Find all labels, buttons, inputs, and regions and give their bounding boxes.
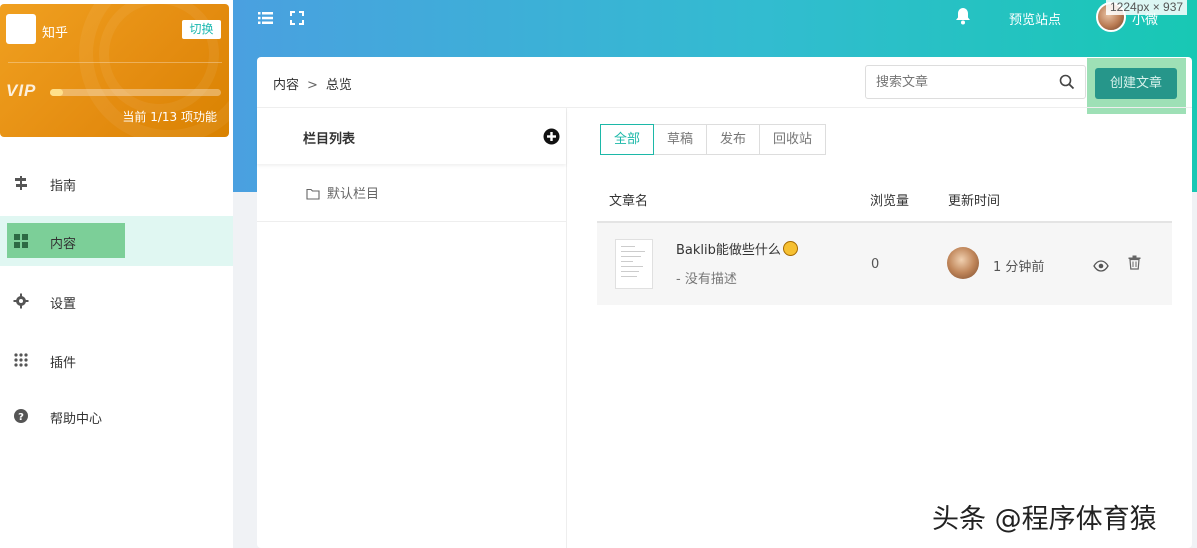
sidebar-item-label: 设置 xyxy=(50,297,77,312)
preview-site-link[interactable]: 预览站点 xyxy=(1009,9,1061,28)
article-filter-tabs: 全部 草稿 发布 回收站 xyxy=(600,124,827,155)
column-header-views: 浏览量 xyxy=(870,194,910,209)
article-updated-time: 1 分钟前 xyxy=(993,260,1045,275)
column-header-updated: 更新时间 xyxy=(948,194,1001,209)
thinking-emoji-icon xyxy=(782,241,798,256)
sidebar-item-settings[interactable]: 设置 xyxy=(0,276,233,326)
sidebar: 知乎 切换 VIP 当前 1/13 项功能 指南 内容 设置 插件 ? 帮助中心 xyxy=(0,0,233,548)
svg-text:?: ? xyxy=(18,412,24,423)
menu-toggle-icon[interactable] xyxy=(258,11,273,28)
sidebar-item-plugins[interactable]: 插件 xyxy=(0,335,233,385)
tab-recycle-bin[interactable]: 回收站 xyxy=(759,124,827,155)
dimension-label: 1224px × 937 xyxy=(1106,0,1188,15)
sidebar-item-label: 帮助中心 xyxy=(50,412,103,427)
article-title-text: Baklib能做些什么 xyxy=(676,243,781,258)
column-panel: 栏目列表 默认栏目 xyxy=(257,108,567,548)
sidebar-item-content[interactable]: 内容 xyxy=(0,216,233,266)
guide-icon xyxy=(13,175,29,191)
sidebar-item-help[interactable]: ? 帮助中心 xyxy=(0,391,233,441)
trash-icon[interactable] xyxy=(1128,255,1141,270)
gear-icon xyxy=(13,293,29,309)
tab-drafts[interactable]: 草稿 xyxy=(653,124,708,155)
column-header-name: 文章名 xyxy=(609,194,649,209)
watermark: 头条 @程序体育猿 xyxy=(932,504,1157,535)
switch-site-button[interactable]: 切换 xyxy=(182,20,221,39)
eye-icon[interactable] xyxy=(1093,257,1109,272)
add-column-icon[interactable] xyxy=(543,128,560,145)
column-item-default[interactable]: 默认栏目 xyxy=(257,164,566,222)
create-article-button[interactable]: 创建文章 xyxy=(1095,68,1177,99)
sidebar-item-label: 插件 xyxy=(50,356,77,371)
breadcrumb: 内容 > 总览 xyxy=(273,74,352,93)
table-row[interactable]: Baklib能做些什么 - 没有描述 0 1 分钟前 xyxy=(597,223,1172,305)
vip-badge: VIP xyxy=(6,81,37,100)
article-description: - 没有描述 xyxy=(676,272,737,287)
main-card: 内容>总览 创建文章 栏目列表 默认栏目 全部 草稿 发布 回收站 文章名 浏览 xyxy=(257,57,1192,548)
fullscreen-icon[interactable] xyxy=(290,11,304,28)
breadcrumb-item-current: 总览 xyxy=(325,78,352,93)
search-input[interactable] xyxy=(876,72,1046,92)
tab-published[interactable]: 发布 xyxy=(706,124,761,155)
site-logo[interactable] xyxy=(6,14,36,44)
vip-progress-fill xyxy=(50,89,64,96)
article-thumbnail xyxy=(615,239,653,289)
sidebar-item-label: 内容 xyxy=(50,237,77,252)
search-icon[interactable] xyxy=(1059,74,1075,90)
article-views: 0 xyxy=(871,257,880,272)
vip-progress-bar xyxy=(50,89,221,96)
author-avatar xyxy=(947,247,979,279)
search-box xyxy=(865,65,1086,99)
grid-icon xyxy=(13,233,29,249)
divider xyxy=(8,62,222,63)
breadcrumb-separator: > xyxy=(307,78,318,93)
article-title[interactable]: Baklib能做些什么 xyxy=(676,239,798,258)
column-list-header: 栏目列表 xyxy=(257,108,566,164)
column-item-label: 默认栏目 xyxy=(327,187,380,202)
create-button-highlight: 创建文章 xyxy=(1087,58,1186,114)
vip-card: 知乎 切换 VIP 当前 1/13 项功能 xyxy=(0,4,229,137)
question-circle-icon: ? xyxy=(13,408,29,424)
bell-icon[interactable] xyxy=(953,6,973,26)
vip-feature-count: 当前 1/13 项功能 xyxy=(122,110,217,124)
column-list-title: 栏目列表 xyxy=(303,132,356,147)
site-name: 知乎 xyxy=(42,26,69,41)
dots-grid-icon xyxy=(13,352,29,368)
breadcrumb-item[interactable]: 内容 xyxy=(273,78,299,93)
sidebar-item-label: 指南 xyxy=(50,179,77,194)
folder-icon xyxy=(306,185,320,200)
sidebar-item-guide[interactable]: 指南 xyxy=(0,158,233,208)
tab-all[interactable]: 全部 xyxy=(600,124,655,155)
